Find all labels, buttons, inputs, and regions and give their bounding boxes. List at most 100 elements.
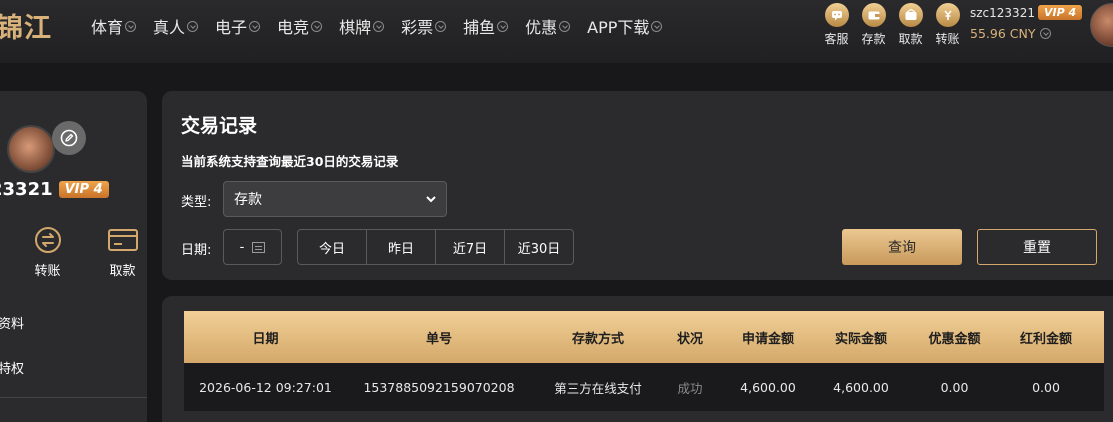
- column-header: 红利金额: [1019, 331, 1072, 347]
- nav-item[interactable]: 彩票: [401, 14, 447, 38]
- page-title: 交易记录: [181, 115, 258, 137]
- chevron-down-icon: [435, 20, 447, 32]
- table-cell: 成功: [677, 380, 703, 396]
- quick-range-group: 今日 昨日 近7日 近30日: [297, 229, 574, 265]
- chevron-down-icon: [559, 20, 571, 32]
- vip-badge: VIP 4: [1037, 5, 1083, 20]
- calendar-icon: [252, 241, 266, 253]
- nav-item[interactable]: 电子: [215, 14, 261, 38]
- sidebar-divider: [0, 397, 147, 398]
- header-quick-icons: 客服 存款 取款 转账: [818, 3, 966, 47]
- column-header: 存款方式: [571, 331, 624, 347]
- header-quick-label: 转账: [935, 32, 960, 46]
- type-select-value: 存款: [234, 192, 262, 208]
- chevron-down-icon: [497, 20, 509, 32]
- main-nav: 体育 真人 电子 电竞 棋牌 彩票 捕鱼 优惠 APP下载: [91, 14, 679, 38]
- card-icon: [107, 229, 138, 251]
- sidebar-vip-badge: VIP 4: [58, 181, 109, 198]
- table-cell: 4,600.00: [740, 379, 796, 395]
- range-7days-button[interactable]: 近7日: [435, 229, 505, 265]
- balance-amount: 55.96 CNY: [970, 26, 1036, 41]
- avatar: [7, 125, 55, 173]
- query-range-note: 当前系统支持查询最近30日的交易记录: [181, 154, 399, 169]
- nav-item-label: 优惠: [525, 18, 558, 37]
- column-header: 日期: [252, 331, 279, 347]
- table-header: 日期 单号 存款方式 状况 申请金额 实际金额 优惠金额 红利金额: [184, 311, 1104, 363]
- edit-profile-button[interactable]: [52, 121, 86, 155]
- transfer-icon: [34, 227, 61, 253]
- deposit-wallet-icon: [861, 3, 886, 27]
- nav-item-label: 电竞: [277, 18, 310, 37]
- sidebar-withdraw-label: 取款: [109, 264, 136, 279]
- table-cell: 0.00: [1032, 379, 1060, 395]
- chevron-down-icon: [187, 20, 199, 32]
- nav-item[interactable]: 棋牌: [339, 14, 385, 38]
- sidebar-withdraw-button[interactable]: 取款: [85, 226, 160, 279]
- nav-item-label: 电子: [215, 18, 248, 37]
- header-username: szc123321: [970, 5, 1035, 20]
- withdraw-wallet-icon: [898, 3, 923, 27]
- nav-item-label: 体育: [91, 18, 124, 37]
- header-quick-button[interactable]: 客服: [818, 3, 855, 47]
- range-yesterday-button[interactable]: 昨日: [366, 229, 436, 265]
- nav-item[interactable]: 电竞: [277, 14, 323, 38]
- edit-icon: [60, 129, 78, 147]
- type-label: 类型:: [181, 195, 212, 210]
- header-quick-label: 客服: [824, 32, 849, 46]
- header-avatar[interactable]: [1090, 3, 1113, 47]
- table-cell: 2026-06-12 09:27:01: [199, 379, 332, 395]
- reset-button[interactable]: 重置: [977, 229, 1097, 265]
- header-quick-button[interactable]: 存款: [855, 3, 892, 47]
- transfer-coin-icon: [935, 3, 960, 27]
- refresh-balance-icon[interactable]: [1040, 28, 1052, 39]
- column-header: 状况: [676, 331, 703, 347]
- account-sidebar: 23321 VIP 4 转账 取款 资料 特权: [0, 91, 147, 422]
- nav-item-label: 捕鱼: [463, 18, 496, 37]
- range-30days-button[interactable]: 近30日: [504, 229, 574, 265]
- column-header: 单号: [425, 331, 452, 347]
- transaction-table: 日期 单号 存款方式 状况 申请金额 实际金额 优惠金额 红利金额 2026-06-12 09…: [184, 311, 1104, 411]
- transaction-filter-panel: 交易记录 当前系统支持查询最近30日的交易记录 类型: 存款 日期: - 今日 …: [162, 91, 1113, 280]
- nav-item[interactable]: APP下载: [587, 14, 663, 38]
- top-header: 锦江 体育 真人 电子 电竞 棋牌 彩票 捕鱼 优惠 APP下载 客服 存款 取款 转账 szc123…: [0, 0, 1113, 63]
- customer-service-icon: [824, 3, 849, 27]
- nav-item-label: 真人: [153, 18, 186, 37]
- table-cell: 0.00: [940, 379, 969, 395]
- chevron-down-icon: [426, 196, 436, 203]
- nav-item[interactable]: 真人: [153, 14, 199, 38]
- user-info[interactable]: szc123321 VIP 4 55.96 CNY: [970, 5, 1083, 41]
- chevron-down-icon: [249, 20, 261, 32]
- type-select[interactable]: 存款: [223, 181, 447, 217]
- date-range-value: -: [239, 239, 245, 255]
- nav-item-label: APP下载: [587, 18, 650, 37]
- table-cell: 4,600.00: [833, 379, 889, 395]
- sidebar-item-privileges[interactable]: 特权: [0, 358, 24, 377]
- nav-item[interactable]: 捕鱼: [463, 14, 509, 38]
- sidebar-username: 23321: [0, 179, 53, 200]
- table-row: 2026-06-12 09:27:01 1537885092159070208 第三…: [184, 363, 1104, 411]
- nav-item[interactable]: 优惠: [525, 14, 571, 38]
- column-header: 申请金额: [741, 331, 794, 347]
- chevron-down-icon: [311, 20, 323, 32]
- chevron-down-icon: [125, 20, 137, 32]
- transaction-table-panel: 日期 单号 存款方式 状况 申请金额 实际金额 优惠金额 红利金额 2026-06-12 09…: [162, 296, 1113, 422]
- site-logo[interactable]: 锦江: [0, 6, 52, 45]
- range-today-button[interactable]: 今日: [297, 229, 367, 265]
- date-label: 日期:: [181, 243, 212, 258]
- nav-item-label: 棋牌: [339, 18, 372, 37]
- header-quick-label: 存款: [861, 32, 886, 46]
- nav-item[interactable]: 体育: [91, 14, 137, 38]
- column-header: 优惠金额: [928, 331, 981, 347]
- query-button[interactable]: 查询: [842, 229, 962, 265]
- table-cell: 第三方在线支付: [554, 380, 642, 396]
- nav-item-label: 彩票: [401, 18, 434, 37]
- table-cell: 1537885092159070208: [363, 379, 515, 395]
- sidebar-item-profile[interactable]: 资料: [0, 313, 24, 332]
- sidebar-transfer-button[interactable]: 转账: [10, 226, 85, 279]
- header-quick-button[interactable]: 取款: [892, 3, 929, 47]
- date-range-picker[interactable]: -: [223, 229, 282, 265]
- sidebar-transfer-label: 转账: [34, 264, 61, 279]
- header-quick-label: 取款: [898, 32, 923, 46]
- header-quick-button[interactable]: 转账: [929, 3, 966, 47]
- column-header: 实际金额: [834, 331, 887, 347]
